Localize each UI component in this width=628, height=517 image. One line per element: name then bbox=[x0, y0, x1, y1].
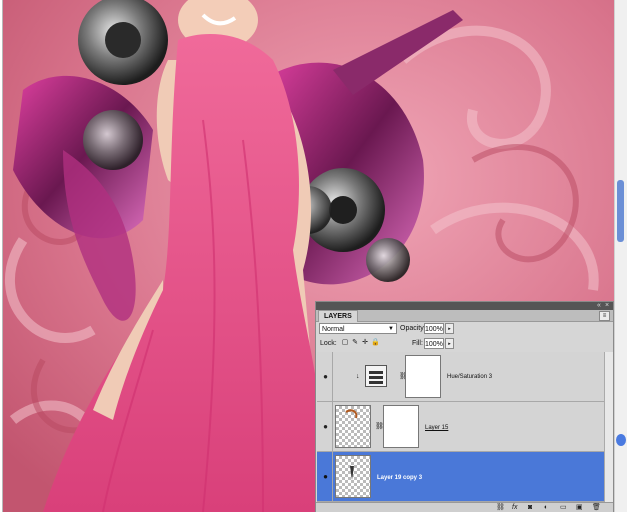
layer-row[interactable]: ● ⛓ Layer 15 bbox=[317, 402, 604, 452]
layer-mask-thumbnail[interactable] bbox=[405, 355, 441, 398]
layer-mask-thumbnail[interactable] bbox=[383, 405, 419, 448]
link-chain-icon[interactable]: ⛓ bbox=[375, 422, 384, 432]
fill-input[interactable]: 100% bbox=[424, 338, 444, 349]
panel-menu-icon[interactable]: ≡ bbox=[599, 311, 610, 321]
delete-layer-icon[interactable]: 🗑 bbox=[592, 503, 601, 512]
add-mask-icon[interactable]: ◙ bbox=[528, 503, 532, 512]
layers-panel: « × LAYERS ≡ Normal ▼ Opacity: 100% ▸ Lo… bbox=[315, 301, 614, 512]
layers-scrollbar[interactable] bbox=[604, 352, 613, 502]
fill-slider-button[interactable]: ▸ bbox=[445, 338, 454, 349]
opacity-label: Opacity: bbox=[400, 325, 426, 332]
layer-row-selected[interactable]: ● Layer 19 copy 3 bbox=[317, 452, 604, 502]
chevron-down-icon: ▼ bbox=[388, 326, 394, 332]
layer-thumbnail[interactable] bbox=[335, 455, 371, 498]
new-layer-icon[interactable]: ▣ bbox=[576, 503, 583, 512]
eye-icon[interactable]: ● bbox=[319, 402, 333, 452]
lock-buttons: ▢ ✎ ✛ 🔒 bbox=[341, 339, 381, 349]
layers-bottom-toolbar: ⛓ fx ◙ ◐ ▭ ▣ 🗑 bbox=[316, 502, 613, 512]
fx-icon[interactable]: fx bbox=[512, 503, 517, 512]
panel-titlebar[interactable]: « × bbox=[316, 302, 613, 310]
lock-position-icon[interactable]: ✛ bbox=[361, 339, 369, 347]
scrollbar-thumb[interactable] bbox=[617, 180, 624, 242]
hue-saturation-icon bbox=[365, 365, 387, 387]
thumbnail-content bbox=[345, 409, 358, 419]
eye-icon[interactable]: ● bbox=[319, 352, 333, 402]
opacity-slider-button[interactable]: ▸ bbox=[445, 323, 454, 334]
layer-name[interactable]: Hue/Saturation 3 bbox=[447, 373, 492, 381]
lock-label: Lock: bbox=[320, 340, 337, 347]
lock-image-icon[interactable]: ✎ bbox=[351, 339, 359, 347]
layer-name[interactable]: Layer 15 bbox=[425, 424, 448, 432]
blend-opacity-row: Normal ▼ Opacity: 100% ▸ bbox=[316, 322, 613, 337]
scroll-marker-icon bbox=[616, 434, 626, 446]
lock-transparent-icon[interactable]: ▢ bbox=[341, 339, 349, 347]
canvas-vertical-scrollbar[interactable] bbox=[614, 0, 627, 512]
link-chain-icon[interactable]: ⛓ bbox=[399, 372, 408, 382]
link-layers-icon[interactable]: ⛓ bbox=[496, 503, 505, 512]
new-adjustment-icon[interactable]: ◐ bbox=[544, 503, 548, 512]
lock-all-icon[interactable]: 🔒 bbox=[371, 339, 380, 347]
layers-list: ● ↓ ⛓ Hue/Saturation 3 ● ⛓ Layer 15 ● La… bbox=[317, 352, 604, 502]
eye-icon[interactable]: ● bbox=[319, 452, 333, 502]
blend-mode-select[interactable]: Normal ▼ bbox=[319, 323, 397, 334]
panel-tab-row: LAYERS ≡ bbox=[316, 310, 613, 322]
photoshop-window: « × LAYERS ≡ Normal ▼ Opacity: 100% ▸ Lo… bbox=[0, 0, 628, 517]
tab-layers[interactable]: LAYERS bbox=[318, 310, 358, 322]
fill-label: Fill: bbox=[412, 340, 423, 347]
lock-fill-row: Lock: ▢ ✎ ✛ 🔒 Fill: 100% ▸ bbox=[316, 337, 613, 352]
layer-row[interactable]: ● ↓ ⛓ Hue/Saturation 3 bbox=[317, 352, 604, 402]
close-icon[interactable]: × bbox=[605, 302, 609, 310]
new-group-icon[interactable]: ▭ bbox=[560, 503, 567, 512]
layer-name[interactable]: Layer 19 copy 3 bbox=[377, 474, 422, 482]
collapse-icon[interactable]: « bbox=[597, 302, 601, 310]
layer-thumbnail[interactable] bbox=[335, 405, 371, 448]
clip-arrow-icon: ↓ bbox=[356, 373, 360, 380]
blend-mode-value: Normal bbox=[322, 326, 345, 333]
thumbnail-content bbox=[350, 466, 354, 480]
opacity-input[interactable]: 100% bbox=[424, 323, 444, 334]
